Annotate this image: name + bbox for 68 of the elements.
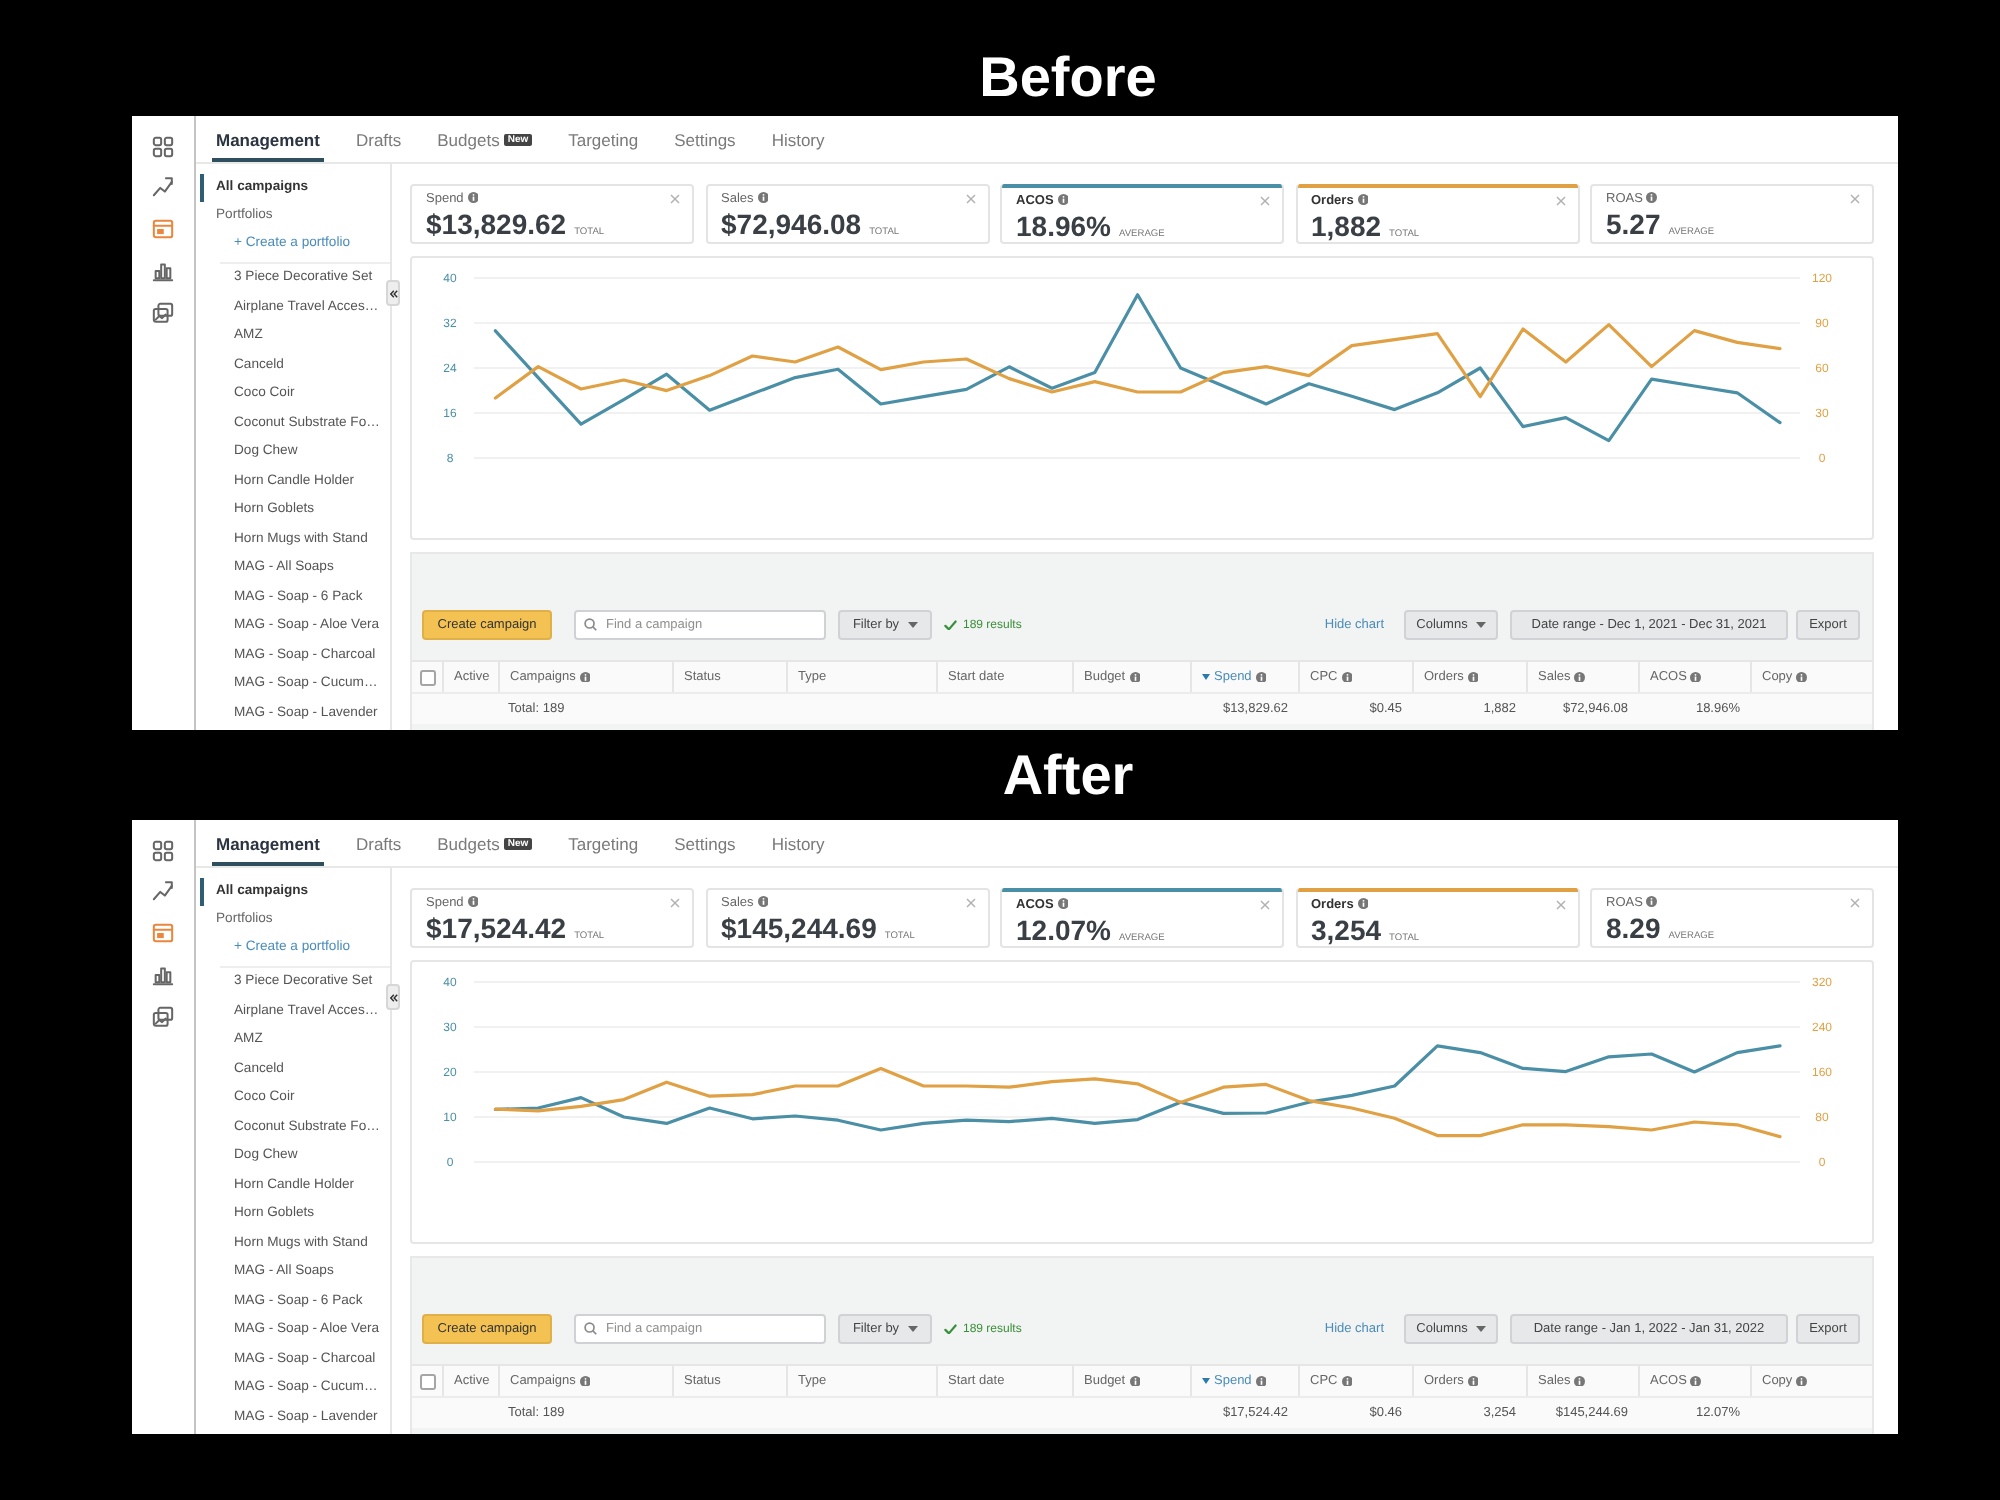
metric-value: 8.29	[1606, 914, 1661, 944]
tab[interactable]: Drafts	[351, 820, 406, 866]
info-icon	[1646, 192, 1658, 204]
image-stack-icon[interactable]	[152, 301, 174, 324]
bar-chart-icon[interactable]	[152, 963, 174, 986]
section-heading: Before	[979, 46, 1157, 108]
caret-icon	[907, 1326, 918, 1332]
close-icon[interactable]	[1260, 195, 1270, 205]
info-icon	[1357, 898, 1369, 910]
tab[interactable]: History	[767, 820, 829, 866]
info-icon	[757, 896, 769, 908]
select-all-checkbox[interactable]	[419, 669, 435, 685]
section-heading: After	[1002, 744, 1134, 806]
trend-chart-icon[interactable]	[152, 880, 174, 903]
metric-value: $145,244.69	[721, 914, 877, 944]
tab[interactable]: Management	[212, 116, 324, 162]
info-icon	[1646, 896, 1658, 908]
close-icon[interactable]	[670, 897, 680, 907]
sort-arrow-icon	[1202, 1378, 1210, 1384]
metric-value: 3,254	[1311, 916, 1382, 946]
collapse-sidebar-button[interactable]	[386, 280, 400, 306]
metric-value: $72,946.08	[721, 210, 862, 240]
info-icon	[1057, 898, 1069, 910]
tab[interactable]: Drafts	[351, 116, 406, 162]
tab[interactable]: History	[767, 116, 829, 162]
metric-value: $13,829.62	[426, 210, 567, 240]
close-icon[interactable]	[1555, 899, 1565, 909]
grid-icon[interactable]	[152, 839, 174, 861]
close-icon[interactable]	[965, 193, 975, 203]
tab[interactable]: Targeting	[564, 116, 643, 162]
close-icon[interactable]	[1555, 195, 1565, 205]
metric-value: $17,524.42	[426, 914, 567, 944]
tab[interactable]: Targeting	[564, 820, 643, 866]
close-icon[interactable]	[1260, 899, 1270, 909]
tab[interactable]: Settings	[670, 116, 740, 162]
image-stack-icon[interactable]	[152, 1005, 174, 1028]
browser-window-icon[interactable]	[152, 218, 174, 241]
grid-icon[interactable]	[152, 135, 174, 157]
close-icon[interactable]	[965, 897, 975, 907]
info-icon	[1057, 194, 1069, 206]
metric-value: 5.27	[1606, 210, 1661, 240]
double-chevron-icon	[389, 289, 397, 297]
metric-value: 1,882	[1311, 212, 1382, 242]
info-icon	[467, 192, 479, 204]
metric-value: 18.96%	[1016, 212, 1111, 242]
caret-icon	[1475, 622, 1486, 628]
trend-chart-icon[interactable]	[152, 176, 174, 199]
select-all-checkbox[interactable]	[419, 1373, 435, 1389]
info-icon	[467, 896, 479, 908]
search-icon	[584, 1322, 597, 1336]
metric-value: 12.07%	[1016, 916, 1111, 946]
caret-icon	[907, 622, 918, 628]
info-icon	[757, 192, 769, 204]
collapse-sidebar-button[interactable]	[386, 984, 400, 1010]
close-icon[interactable]	[1850, 897, 1860, 907]
tab[interactable]: Settings	[670, 820, 740, 866]
check-icon	[944, 1323, 957, 1335]
sort-arrow-icon	[1202, 674, 1210, 680]
browser-window-icon[interactable]	[152, 922, 174, 945]
check-icon	[944, 619, 957, 631]
bar-chart-icon[interactable]	[152, 259, 174, 282]
close-icon[interactable]	[670, 193, 680, 203]
tab[interactable]: Management	[212, 820, 324, 866]
caret-icon	[1475, 1326, 1486, 1332]
info-icon	[1357, 194, 1369, 206]
close-icon[interactable]	[1850, 193, 1860, 203]
double-chevron-icon	[389, 993, 397, 1001]
search-icon	[584, 618, 597, 632]
